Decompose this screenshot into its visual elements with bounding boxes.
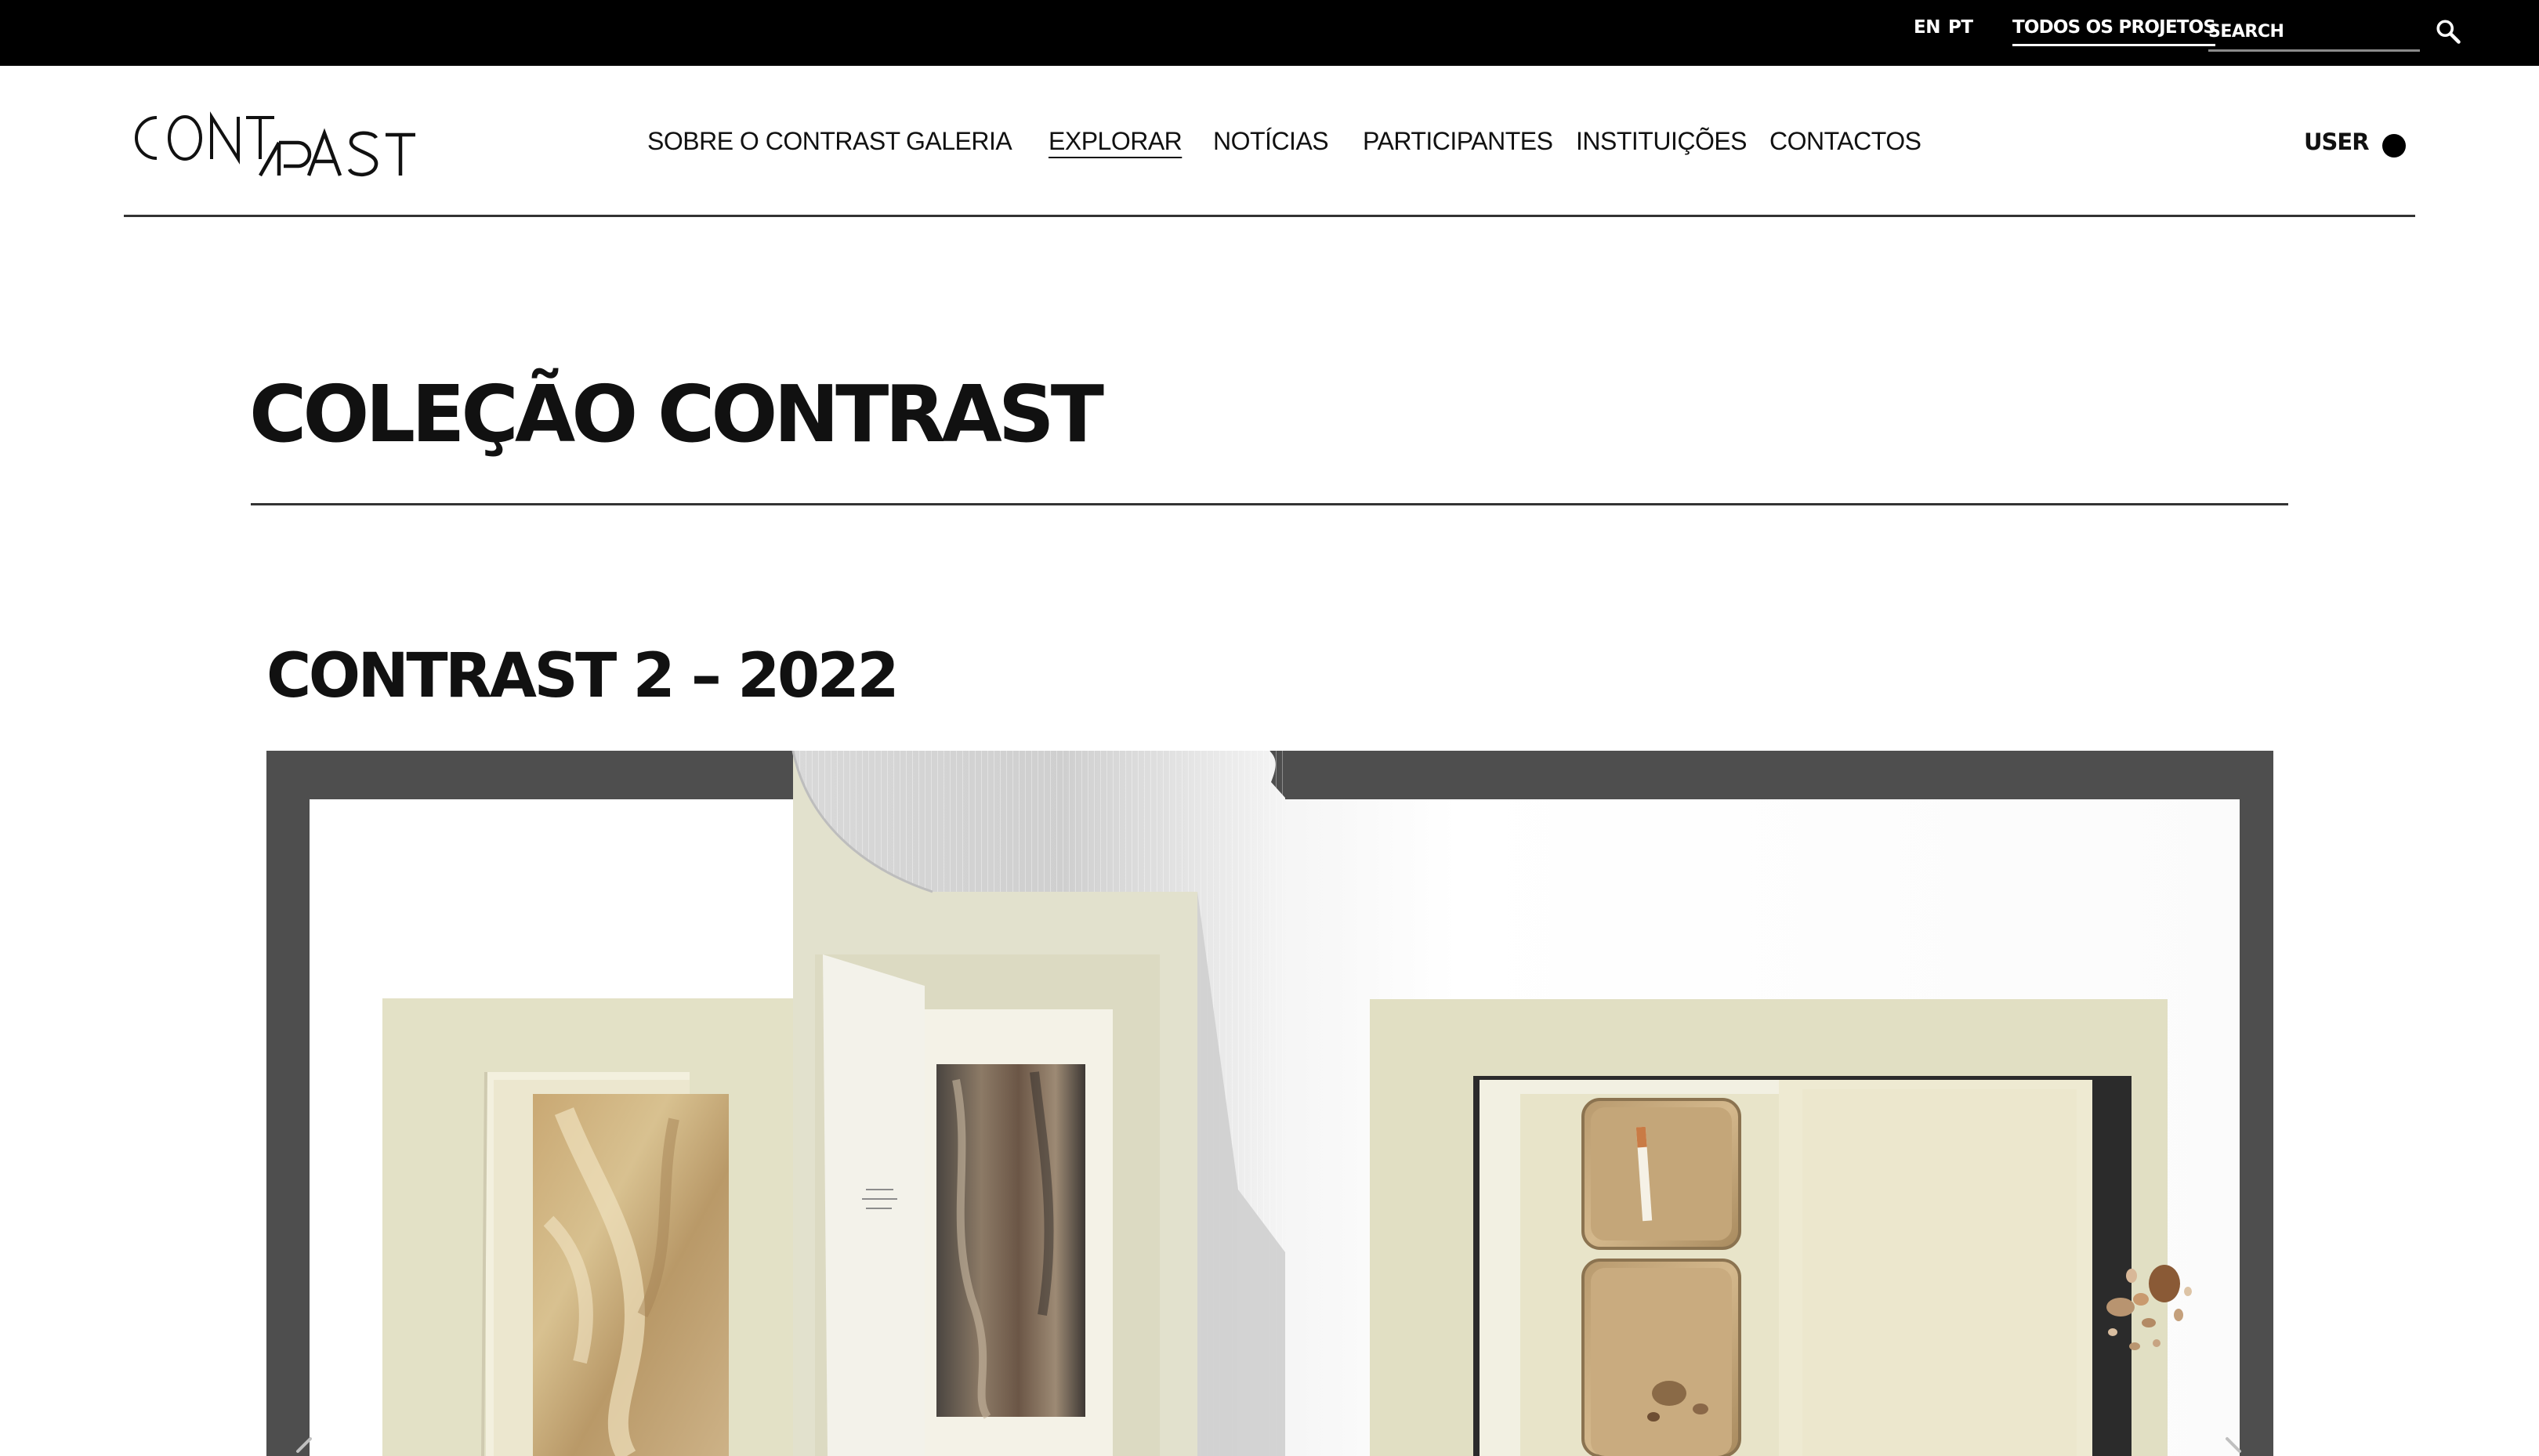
page-curl <box>791 751 1285 1456</box>
search-field <box>2208 14 2420 52</box>
chevron-right-icon[interactable] <box>2218 1434 2249 1456</box>
flipbook-viewer[interactable] <box>266 751 2273 1456</box>
search-icon[interactable] <box>2434 17 2462 45</box>
language-en-link[interactable]: EN <box>1914 17 1940 38</box>
flipbook-spread <box>310 751 2240 1456</box>
nav-item-galeria[interactable]: GALERIA <box>906 127 1012 156</box>
nav-item-noticias[interactable]: NOTÍCIAS <box>1213 127 1329 156</box>
right-page-photo <box>1370 999 2192 1456</box>
search-input[interactable] <box>2208 14 2420 49</box>
top-utility-bar: EN PT TODOS OS PROJETOS <box>0 0 2539 66</box>
chevron-left-icon[interactable] <box>290 1434 321 1456</box>
all-projects-link[interactable]: TODOS OS PROJETOS <box>2012 17 2216 46</box>
user-avatar-dot[interactable] <box>2382 134 2406 158</box>
language-pt-link[interactable]: PT <box>1948 17 1973 38</box>
nav-item-contactos[interactable]: CONTACTOS <box>1769 127 1921 156</box>
nav-item-instituicoes[interactable]: INSTITUIÇÕES <box>1576 127 1748 156</box>
main-navigation: SOBRE O CONTRAST GALERIA EXPLORAR NOTÍCIAS P… <box>0 127 2539 166</box>
user-menu-label[interactable]: USER <box>2304 129 2370 155</box>
left-page-photo <box>382 998 806 1456</box>
header-divider <box>124 215 2415 217</box>
section-title: CONTRAST 2 – 2022 <box>266 641 900 712</box>
title-divider <box>251 503 2288 505</box>
nav-item-explorar[interactable]: EXPLORAR <box>1049 127 1183 156</box>
nav-item-participantes[interactable]: PARTICIPANTES <box>1363 127 1553 156</box>
page-title: COLEÇÃO CONTRAST <box>249 368 1104 460</box>
nav-item-sobre-o-contrast[interactable]: SOBRE O CONTRAST <box>647 127 900 156</box>
